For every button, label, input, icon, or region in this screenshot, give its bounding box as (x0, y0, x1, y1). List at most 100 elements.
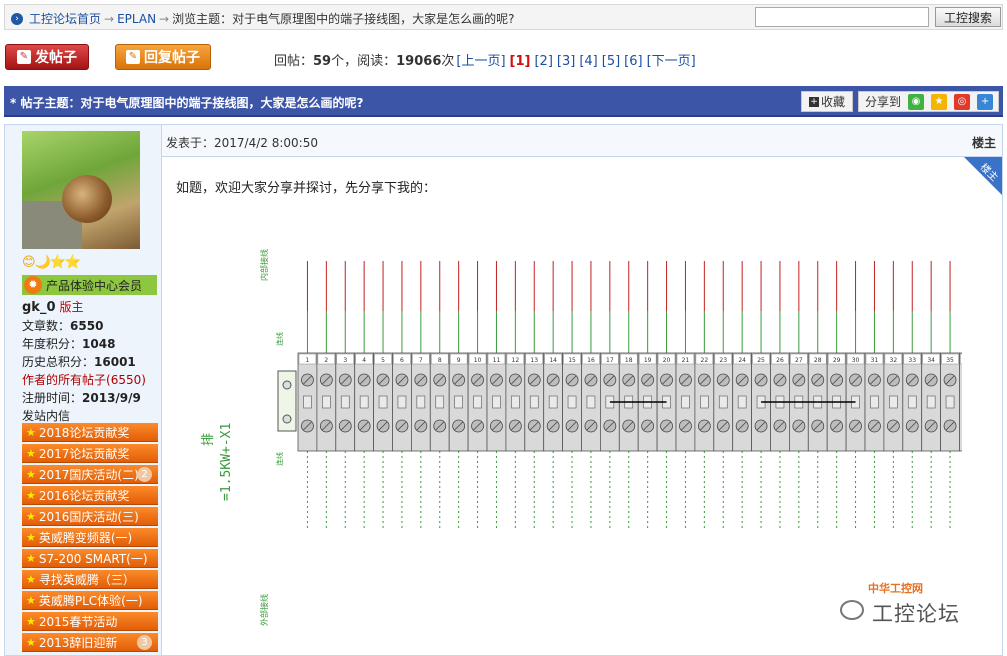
award-item[interactable]: ★ 2018论坛贡献奖 (22, 423, 158, 442)
weibo-share-icon[interactable]: ◎ (954, 93, 971, 110)
bridge-slot (681, 395, 690, 409)
terminal-number: 19 (644, 357, 652, 364)
next-page-link[interactable]: [下一页] (647, 50, 696, 69)
terminal-number: 11 (493, 357, 501, 364)
terminal-number: 8 (438, 357, 442, 364)
terminal-number: 16 (587, 357, 595, 364)
terminal-number: 13 (530, 357, 538, 364)
bridge-slot (340, 395, 350, 409)
breadcrumb-section-link[interactable]: EPLAN (117, 12, 156, 26)
award-count-badge: 2 (137, 467, 152, 482)
post-time-value: 2017/4/2 8:00:50 (214, 136, 318, 150)
star-icon: ★ (26, 614, 36, 628)
bridge-slot (359, 395, 369, 409)
favorite-button[interactable]: + 收藏 (801, 91, 853, 112)
bridge-slot (737, 395, 747, 409)
bridge-slot (586, 395, 596, 409)
bridge-slot (473, 395, 482, 409)
award-item[interactable]: ★ 2016国庆活动(三) (22, 507, 158, 526)
register-date-value: 2013/9/9 (82, 391, 141, 405)
award-item[interactable]: ★ 英威腾变频器(一) (22, 528, 158, 547)
award-item[interactable]: ★ 2016论坛贡献奖 (22, 486, 158, 505)
terminal-number: 23 (719, 357, 727, 364)
terminal-number: 31 (871, 357, 879, 364)
reads-count: 19066 (396, 54, 442, 69)
award-label: 英威腾变频器(一) (38, 530, 133, 545)
bridge-slot (378, 395, 388, 409)
op-corner-tag: 楼主 (964, 157, 1002, 195)
search-input[interactable] (755, 7, 929, 27)
award-item[interactable]: ★ 2015春节活动 (22, 612, 158, 631)
terminal-number: 26 (776, 357, 784, 364)
all-posts-link[interactable]: 作者的所有帖子(6550) (22, 371, 146, 388)
all-posts-count: (6550) (106, 373, 146, 387)
award-label: S7-200 SMART(一) (38, 551, 148, 566)
award-label: 2018论坛贡献奖 (38, 425, 130, 440)
award-item[interactable]: ★ 2017论坛贡献奖 (22, 444, 158, 463)
terminal-number: 15 (568, 357, 576, 364)
post-time-label: 发表于： (166, 136, 215, 150)
breadcrumb-bar: › 工控论坛首页 → EPLAN → 浏览主题： 对于电气原理图中的端子接线图，… (4, 4, 1003, 30)
award-item[interactable]: ★ S7-200 SMART(一) (22, 549, 158, 568)
breadcrumb-home-link[interactable]: 工控论坛首页 (29, 10, 101, 27)
award-label: 2015春节活动 (38, 614, 118, 629)
star-icon: ★ (26, 551, 36, 565)
top-sub-label: 连线 (275, 332, 284, 346)
page-link-2[interactable]: [2] (534, 54, 552, 69)
gear-icon: ✹ (24, 276, 42, 294)
replies-count: 59 (313, 54, 332, 69)
post-time: 发表于：2017/4/2 8:00:50 (166, 134, 318, 151)
share-label: 分享到 (865, 95, 902, 109)
page-link-4[interactable]: [4] (579, 54, 597, 69)
page-link-5[interactable]: [5] (602, 54, 620, 69)
page-link-1[interactable]: [1] (510, 54, 531, 69)
terminal-number: 10 (474, 357, 482, 364)
terminal-number: 29 (833, 357, 841, 364)
terminal-number-plate (960, 353, 962, 365)
reply-button[interactable]: ✎ 回复帖子 (115, 44, 211, 70)
new-post-button[interactable]: ✎ 发帖子 (5, 44, 89, 70)
avatar[interactable] (22, 131, 140, 249)
wechat-share-icon[interactable]: ◉ (908, 93, 925, 110)
bridge-slot (907, 395, 917, 409)
terminal-number: 27 (795, 357, 803, 364)
bridge-slot (945, 395, 955, 409)
award-count-badge: 3 (137, 635, 152, 650)
qzone-share-icon[interactable]: ★ (931, 93, 948, 110)
award-label: 2016论坛贡献奖 (38, 488, 130, 503)
watermark-logo: 中华工控网 (868, 582, 923, 595)
star-icon: ★ (26, 425, 36, 439)
username[interactable]: gk_0 版主 (22, 298, 84, 315)
arrow-right-icon: → (159, 11, 170, 26)
page-link-6[interactable]: [6] (624, 54, 642, 69)
award-item[interactable]: ★ 2017国庆活动(二) 2 (22, 465, 158, 484)
breadcrumb-browse-label: 浏览主题： (172, 12, 233, 26)
bridge-slot (889, 395, 898, 409)
award-item[interactable]: ★ 寻找英威腾（三） (22, 570, 158, 589)
year-points-value: 1048 (82, 337, 116, 351)
terminal-number: 33 (908, 357, 916, 364)
register-date: 注册时间：2013/9/9 (22, 389, 141, 406)
more-share-icon[interactable]: + (977, 93, 994, 110)
terminal-number: 6 (400, 357, 404, 364)
award-item[interactable]: ★ 英威腾PLC体验(一) (22, 591, 158, 610)
terminal-number: 7 (419, 357, 423, 364)
bridge-slot (303, 395, 312, 409)
bridge-slot (926, 395, 936, 409)
award-item[interactable]: ★ 2013辞旧迎新 3 (22, 633, 158, 652)
pencil-icon: ✎ (17, 50, 31, 64)
award-list: ★ 2018论坛贡献奖 ★ 2017论坛贡献奖 ★ 2017国庆活动(二) 2 ★ 201… (22, 423, 158, 654)
page-link-3[interactable]: [3] (557, 54, 575, 69)
wechat-icon (840, 600, 864, 620)
register-date-label: 注册时间： (22, 391, 83, 405)
bridge-slot (322, 395, 331, 409)
bridge-slot (454, 395, 463, 409)
clamp-screw (282, 414, 292, 424)
search-button[interactable]: 工控搜索 (935, 7, 1001, 27)
history-points: 历史总积分：16001 (22, 353, 136, 370)
prev-page-link[interactable]: [上一页] (456, 50, 505, 69)
bridge-slot (529, 395, 539, 409)
history-points-label: 历史总积分： (22, 355, 95, 369)
terminal-number: 9 (457, 357, 461, 364)
send-message-link[interactable]: 发站内信 (22, 407, 70, 424)
